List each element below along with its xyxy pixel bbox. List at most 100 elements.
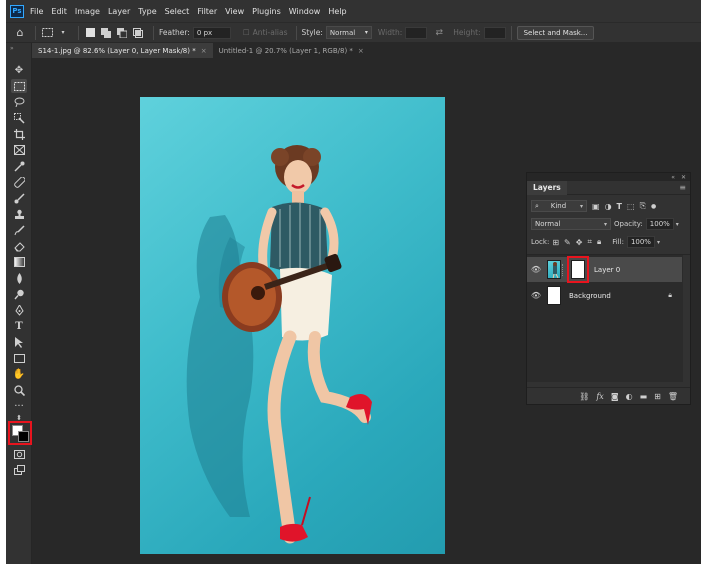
menu-window[interactable]: Window: [289, 7, 321, 16]
frame-icon[interactable]: [11, 143, 27, 157]
menu-file[interactable]: File: [30, 7, 43, 16]
photoshop-window: Ps File Edit Image Layer Type Select Fil…: [6, 0, 701, 564]
layer-row-layer-0[interactable]: 👁︎ Layer 0: [527, 256, 682, 283]
lock-position-icon[interactable]: ✥: [576, 238, 583, 247]
adjustment-layer-icon[interactable]: ◐: [626, 392, 633, 401]
clone-stamp-icon[interactable]: [11, 207, 27, 221]
panel-menu-icon[interactable]: ≡: [679, 183, 686, 192]
menu-layer[interactable]: Layer: [108, 7, 130, 16]
menu-help[interactable]: Help: [328, 7, 346, 16]
add-to-selection-icon[interactable]: [100, 27, 112, 39]
folder-icon[interactable]: ▬: [640, 392, 648, 401]
link-layers-icon[interactable]: ⛓︎: [579, 392, 589, 401]
move-icon[interactable]: ✥: [11, 63, 27, 77]
layer-name[interactable]: Layer 0: [594, 266, 620, 274]
tab-s14-1[interactable]: S14-1.jpg @ 82.6% (Layer 0, Layer Mask/8…: [32, 43, 213, 58]
eye-icon[interactable]: 👁︎: [529, 291, 543, 300]
blur-icon[interactable]: [11, 271, 27, 285]
close-icon[interactable]: ×: [358, 47, 364, 55]
layers-panel: « ✕ Layers ≡ ⌕ Kind ▾ ▣ ◑ T ⬚ ⎘ ● Normal…: [526, 172, 691, 405]
thumbnail-figure: [552, 262, 559, 278]
home-icon[interactable]: ⌂: [14, 26, 26, 39]
add-mask-icon[interactable]: ◙: [611, 392, 619, 401]
pixel-filter-icon[interactable]: ▣: [592, 202, 600, 211]
chevron-down-icon[interactable]: ▾: [657, 239, 660, 246]
eye-icon[interactable]: 👁︎: [529, 265, 543, 274]
object-select-icon[interactable]: [11, 111, 27, 125]
scrollbar[interactable]: [683, 255, 690, 383]
blend-mode-select[interactable]: Normal ▾: [531, 218, 611, 230]
feather-input[interactable]: 0 px: [192, 26, 231, 39]
menu-type[interactable]: Type: [138, 7, 156, 16]
rectangle-icon[interactable]: [11, 351, 27, 365]
quick-mask-icon[interactable]: [11, 447, 27, 461]
new-selection-icon[interactable]: [84, 27, 96, 39]
filter-kind-select[interactable]: ⌕ Kind ▾: [531, 200, 587, 212]
close-icon[interactable]: ×: [201, 47, 207, 55]
menu-select[interactable]: Select: [165, 7, 190, 16]
collapse-panel-icon[interactable]: «: [671, 174, 675, 181]
dodge-icon[interactable]: [11, 287, 27, 301]
opacity-input[interactable]: 100%: [645, 218, 674, 230]
new-layer-icon[interactable]: ⊞: [654, 392, 661, 401]
layer-mask-thumbnail[interactable]: [571, 260, 585, 279]
lock-artboard-icon[interactable]: ⌗: [587, 237, 592, 247]
color-swatches[interactable]: [8, 421, 32, 445]
path-select-icon[interactable]: [11, 335, 27, 349]
style-select[interactable]: Normal ▾: [325, 26, 372, 39]
marquee-preset-icon[interactable]: [41, 27, 53, 39]
select-and-mask-button[interactable]: Select and Mask...: [516, 25, 595, 40]
close-panel-icon[interactable]: ✕: [681, 174, 686, 181]
screen-mode-icon[interactable]: [11, 463, 27, 477]
crop-icon[interactable]: [11, 127, 27, 141]
hand-icon[interactable]: ✋: [11, 367, 27, 381]
history-brush-icon[interactable]: [11, 223, 27, 237]
height-input[interactable]: [483, 26, 506, 39]
mask-link-icon[interactable]: [562, 263, 566, 276]
lock-all-icon[interactable]: 🔒︎: [597, 237, 601, 247]
menu-filter[interactable]: Filter: [197, 7, 217, 16]
trash-icon[interactable]: 🗑︎: [668, 392, 678, 401]
layer-name[interactable]: Background: [569, 292, 611, 300]
width-input[interactable]: [405, 26, 428, 39]
fill-label: Fill:: [612, 238, 624, 246]
subtract-selection-icon[interactable]: [116, 27, 128, 39]
type-icon[interactable]: T: [11, 319, 27, 333]
tab-layers[interactable]: Layers: [527, 180, 567, 195]
menu-view[interactable]: View: [225, 7, 244, 16]
background-color-swatch[interactable]: [18, 431, 29, 442]
tab-untitled-1[interactable]: Untitled-1 @ 20.7% (Layer 1, RGB/8) * ×: [213, 43, 370, 58]
chevron-down-icon[interactable]: ▾: [676, 221, 679, 228]
zoom-icon[interactable]: [11, 383, 27, 397]
brush-icon[interactable]: [11, 191, 27, 205]
fx-icon[interactable]: fx: [596, 392, 603, 401]
menu-edit[interactable]: Edit: [51, 7, 67, 16]
opacity-label: Opacity:: [614, 220, 643, 228]
layer-thumbnail[interactable]: [547, 260, 561, 279]
swap-icon[interactable]: ⇄: [433, 27, 445, 39]
menu-plugins[interactable]: Plugins: [252, 7, 281, 16]
lock-pixels-icon[interactable]: ✎: [564, 238, 571, 247]
lasso-icon[interactable]: [11, 95, 27, 109]
healing-brush-icon[interactable]: [11, 175, 27, 189]
eraser-icon[interactable]: [11, 239, 27, 253]
document-canvas[interactable]: [140, 97, 445, 554]
anti-alias-checkbox[interactable]: ☐: [243, 28, 250, 37]
layer-row-background[interactable]: 👁︎ Background 🔒︎: [527, 283, 682, 308]
pen-icon[interactable]: [11, 303, 27, 317]
layer-thumbnail[interactable]: [547, 286, 561, 305]
adjustment-filter-icon[interactable]: ◑: [605, 202, 612, 211]
intersect-selection-icon[interactable]: [132, 27, 144, 39]
eyedropper-icon[interactable]: [11, 159, 27, 173]
lock-transparent-icon[interactable]: ⊞: [552, 238, 559, 247]
filter-toggle-icon[interactable]: ●: [651, 203, 656, 210]
gradient-icon[interactable]: [11, 255, 27, 269]
smart-object-filter-icon[interactable]: ⎘: [640, 201, 646, 211]
collapse-toggle[interactable]: »: [10, 45, 14, 52]
marquee-icon[interactable]: [11, 79, 27, 93]
menu-image[interactable]: Image: [75, 7, 100, 16]
shape-filter-icon[interactable]: ⬚: [627, 202, 635, 211]
fill-input[interactable]: 100%: [626, 236, 655, 248]
type-filter-icon[interactable]: T: [617, 202, 622, 211]
chevron-down-icon[interactable]: ▾: [57, 27, 69, 39]
